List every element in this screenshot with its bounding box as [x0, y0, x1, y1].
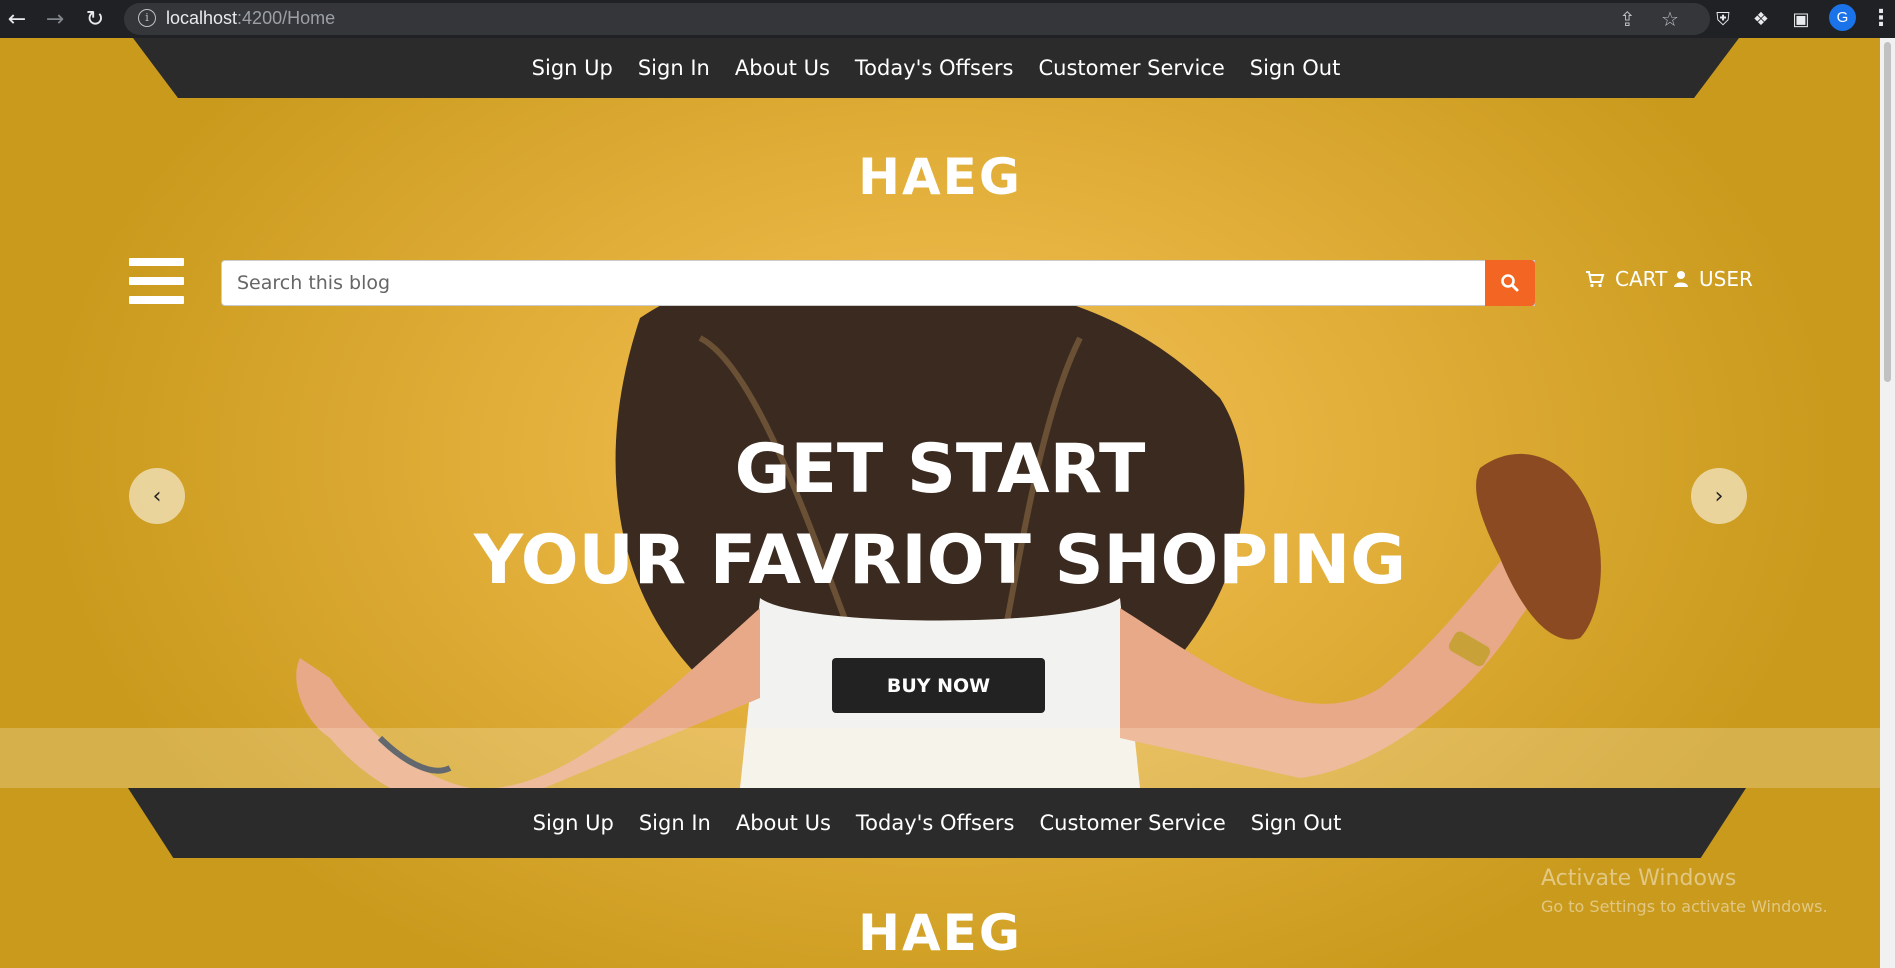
- nav2-sign-out[interactable]: Sign Out: [1238, 811, 1354, 835]
- url-text[interactable]: localhost:4200/Home: [166, 8, 335, 29]
- bookmark-star-icon[interactable]: ☆: [1661, 7, 1679, 31]
- cart-link[interactable]: CART: [1585, 267, 1667, 291]
- extensions-puzzle-icon[interactable]: ❖: [1746, 4, 1776, 34]
- site-info-icon[interactable]: i: [138, 9, 156, 27]
- nav-todays-offers[interactable]: Today's Offsers: [842, 56, 1026, 80]
- scrollbar-thumb[interactable]: [1884, 42, 1891, 382]
- user-icon: [1674, 271, 1688, 287]
- chevron-left-icon: ‹: [152, 483, 162, 509]
- hero-title-line2: YOUR FAVRIOT SHOPING: [473, 521, 1407, 600]
- search-input[interactable]: [222, 261, 1534, 305]
- search-button[interactable]: [1485, 260, 1535, 306]
- nav-about-us[interactable]: About Us: [722, 56, 842, 80]
- top-nav: Sign Up Sign In About Us Today's Offsers…: [133, 38, 1739, 98]
- carousel-prev-button[interactable]: ‹: [129, 468, 185, 524]
- site-logo[interactable]: HAEG: [0, 148, 1880, 206]
- profile-avatar[interactable]: G: [1829, 4, 1856, 31]
- nav2-customer-service[interactable]: Customer Service: [1027, 811, 1238, 835]
- search-field[interactable]: [221, 260, 1535, 306]
- cart-label: CART: [1615, 267, 1668, 291]
- chevron-right-icon: ›: [1714, 483, 1724, 509]
- shield-extension-icon[interactable]: ⛨: [1708, 4, 1738, 34]
- windows-activation-watermark: Activate Windows Go to Settings to activ…: [1541, 866, 1828, 916]
- carousel-next-button[interactable]: ›: [1691, 468, 1747, 524]
- nav-sign-up[interactable]: Sign Up: [519, 56, 625, 80]
- reload-icon[interactable]: ↻: [80, 4, 110, 34]
- watermark-subtitle: Go to Settings to activate Windows.: [1541, 897, 1828, 916]
- nav-sign-out[interactable]: Sign Out: [1237, 56, 1353, 80]
- cart-icon: [1586, 271, 1605, 288]
- nav2-about-us[interactable]: About Us: [723, 811, 843, 835]
- user-link[interactable]: USER: [1673, 267, 1753, 291]
- side-panel-icon[interactable]: ▣: [1786, 4, 1816, 34]
- nav2-sign-in[interactable]: Sign In: [626, 811, 723, 835]
- share-icon[interactable]: ⇪: [1619, 7, 1636, 31]
- forward-arrow-icon[interactable]: →: [40, 4, 70, 34]
- browser-toolbar: ← → ↻ i localhost:4200/Home ⇪ ☆ ⛨ ❖ ▣ G …: [0, 0, 1895, 38]
- nav2-todays-offers[interactable]: Today's Offsers: [843, 811, 1027, 835]
- back-arrow-icon[interactable]: ←: [2, 4, 32, 34]
- page-scrollbar[interactable]: [1880, 38, 1895, 968]
- browser-menu-icon[interactable]: ⋮: [1870, 6, 1892, 31]
- user-label: USER: [1699, 267, 1753, 291]
- page-content: Sign Up Sign In About Us Today's Offsers…: [0, 38, 1880, 968]
- secondary-nav: Sign Up Sign In About Us Today's Offsers…: [128, 788, 1746, 858]
- hero-title-line1: GET START: [734, 430, 1146, 509]
- hamburger-menu-icon[interactable]: [129, 258, 184, 304]
- buy-now-button[interactable]: BUY NOW: [832, 658, 1045, 713]
- watermark-title: Activate Windows: [1541, 866, 1737, 891]
- nav-customer-service[interactable]: Customer Service: [1026, 56, 1237, 80]
- search-icon: [1501, 274, 1519, 292]
- nav-sign-in[interactable]: Sign In: [625, 56, 722, 80]
- nav2-sign-up[interactable]: Sign Up: [520, 811, 626, 835]
- address-bar[interactable]: i localhost:4200/Home ⇪ ☆: [124, 3, 1710, 35]
